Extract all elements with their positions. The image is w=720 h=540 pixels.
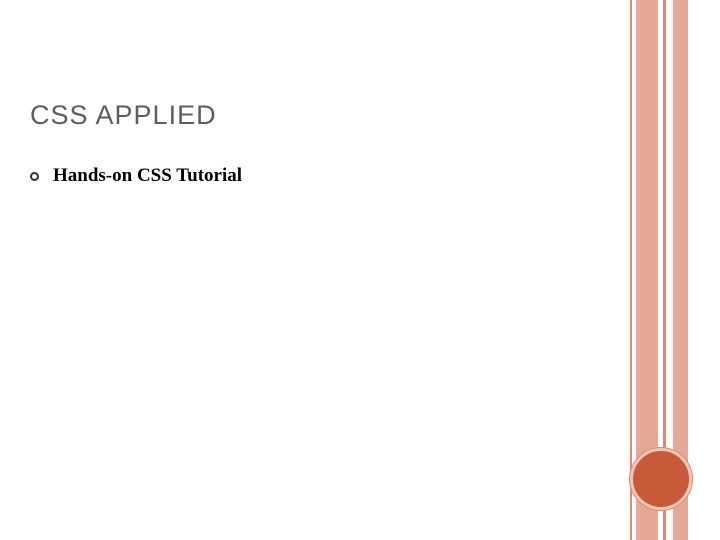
bullet-icon: [30, 172, 39, 181]
decorative-stripe: [630, 0, 632, 540]
bullet-item: Hands-on CSS Tutorial: [30, 165, 242, 187]
slide-title: CSS APPLIED: [30, 100, 217, 131]
decorative-circle: [630, 448, 692, 510]
bullet-text: Hands-on CSS Tutorial: [53, 165, 242, 187]
